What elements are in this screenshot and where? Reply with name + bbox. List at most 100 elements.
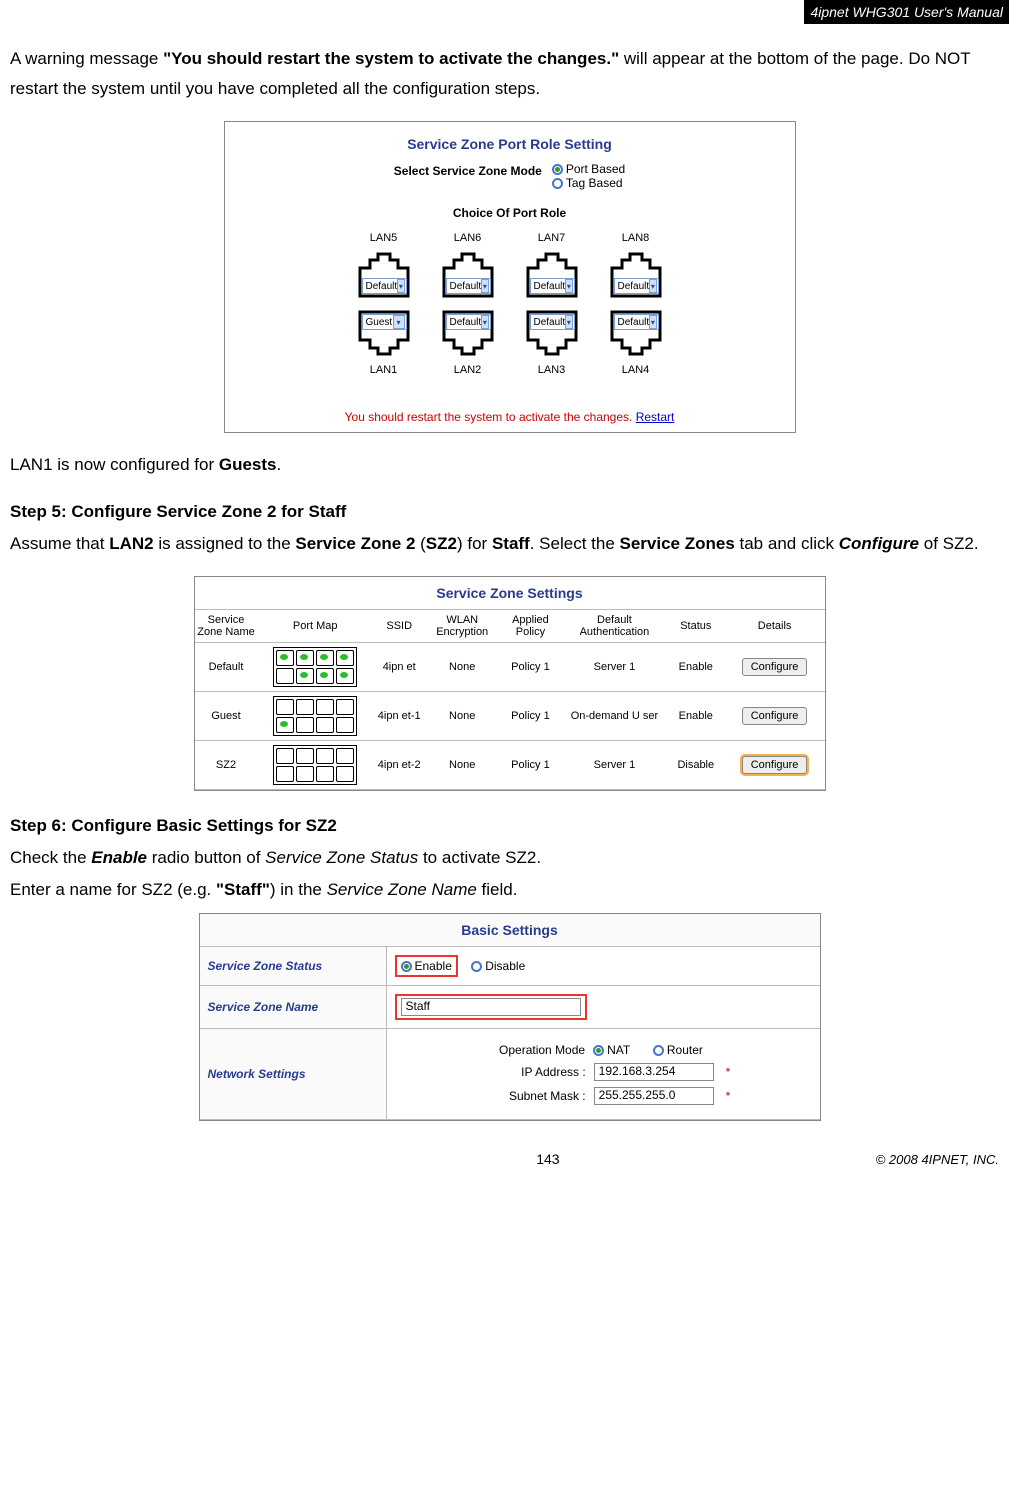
t: Enter a name for SZ2 (e.g. — [10, 880, 216, 899]
zone-name-input[interactable]: Staff — [401, 998, 581, 1016]
radio-icon — [653, 1045, 664, 1056]
t: ( — [415, 534, 425, 553]
t: of SZ2. — [919, 534, 979, 553]
lan1-bold: Guests — [219, 455, 277, 474]
subnet-mask-input[interactable]: 255.255.255.0 — [594, 1087, 714, 1105]
table-header: Default Authentication — [562, 610, 667, 643]
port-role-select[interactable]: Default▾ — [446, 278, 491, 294]
table-row: Default4ipn etNonePolicy 1Server 1Enable… — [195, 643, 825, 692]
radio-router[interactable]: Router — [653, 1043, 703, 1057]
rj45-port-icon: Default▾ — [440, 306, 496, 358]
port-select-value: Default — [366, 281, 398, 292]
port-cell: Default▾ — [426, 304, 510, 360]
ssid-cell: 4ipn et — [373, 643, 425, 692]
status-cell: Enable — [667, 692, 725, 741]
radio-nat[interactable]: NAT — [593, 1043, 630, 1057]
table-header: SSID — [373, 610, 425, 643]
zone-name-highlight: Staff — [395, 994, 587, 1020]
chevron-down-icon: ▾ — [481, 279, 488, 293]
radio-port-based[interactable]: Port Based — [552, 162, 625, 176]
port-cell: Default▾ — [594, 248, 678, 304]
chevron-down-icon: ▾ — [649, 315, 656, 329]
rj45-port-icon: Default▾ — [524, 250, 580, 302]
table-header: Status — [667, 610, 725, 643]
fig2-title: Service Zone Settings — [195, 577, 825, 610]
table-header: Service Zone Name — [195, 610, 258, 643]
figure-port-role-setting: Service Zone Port Role Setting Select Se… — [224, 121, 796, 433]
port-cell: Default▾ — [426, 248, 510, 304]
radio-tag-based[interactable]: Tag Based — [552, 176, 625, 190]
status-cell: Disable — [667, 741, 725, 790]
operation-mode-label: Operation Mode — [475, 1043, 585, 1057]
t: Service Zone Name — [327, 880, 477, 899]
table-row: SZ24ipn et-2NonePolicy 1Server 1DisableC… — [195, 741, 825, 790]
zone-name-cell: SZ2 — [195, 741, 258, 790]
port-label: LAN4 — [594, 360, 678, 380]
service-zone-name-label: Service Zone Name — [200, 986, 387, 1029]
port-select-value: Default — [618, 281, 650, 292]
rj45-port-icon: Default▾ — [440, 250, 496, 302]
t: Service Zone Status — [265, 848, 418, 867]
manual-title: 4ipnet WHG301 User's Manual — [804, 0, 1009, 24]
ssid-cell: 4ipn et-2 — [373, 741, 425, 790]
port-map-icon — [273, 745, 357, 785]
port-role-select[interactable]: Default▾ — [614, 314, 659, 330]
status-cell: Enable — [667, 643, 725, 692]
configure-button[interactable]: Configure — [742, 658, 808, 676]
fig3-title: Basic Settings — [200, 914, 820, 947]
restart-link[interactable]: Restart — [636, 410, 675, 424]
ip-address-input[interactable]: 192.168.3.254 — [594, 1063, 714, 1081]
nat-label: NAT — [607, 1043, 630, 1057]
port-select-value: Default — [450, 317, 482, 328]
t: radio button of — [147, 848, 265, 867]
radio-icon — [593, 1045, 604, 1056]
policy-cell: Policy 1 — [499, 741, 562, 790]
t: Assume that — [10, 534, 109, 553]
port-role-select[interactable]: Guest▾ — [362, 314, 407, 330]
auth-cell: Server 1 — [562, 741, 667, 790]
lan1-prefix: LAN1 is now configured for — [10, 455, 219, 474]
port-label: LAN3 — [510, 360, 594, 380]
radio-enable[interactable]: Enable — [401, 959, 452, 973]
port-label: LAN7 — [510, 228, 594, 248]
router-label: Router — [667, 1043, 703, 1057]
zone-name-cell: Guest — [195, 692, 258, 741]
port-role-select[interactable]: Default▾ — [362, 278, 407, 294]
port-cell: Default▾ — [342, 248, 426, 304]
encryption-cell: None — [425, 643, 499, 692]
lan1-configured-text: LAN1 is now configured for Guests. — [10, 450, 1009, 480]
figure-basic-settings: Basic Settings Service Zone Status Enabl… — [199, 913, 821, 1121]
configure-button[interactable]: Configure — [742, 756, 808, 774]
chevron-down-icon: ▾ — [565, 315, 572, 329]
configure-button[interactable]: Configure — [742, 707, 808, 725]
radio-icon — [471, 961, 482, 972]
t: . Select the — [530, 534, 620, 553]
encryption-cell: None — [425, 692, 499, 741]
lan1-suffix: . — [276, 455, 281, 474]
radio-disable[interactable]: Disable — [471, 959, 525, 973]
port-role-select[interactable]: Default▾ — [530, 278, 575, 294]
port-role-select[interactable]: Default▾ — [530, 314, 575, 330]
rj45-port-icon: Default▾ — [524, 306, 580, 358]
port-select-value: Default — [534, 317, 566, 328]
chevron-down-icon: ▾ — [397, 279, 404, 293]
chevron-down-icon: ▾ — [649, 279, 656, 293]
t: Configure — [839, 534, 919, 553]
service-zone-table: Service Zone NamePort MapSSIDWLAN Encryp… — [195, 610, 825, 790]
service-zone-status-label: Service Zone Status — [200, 947, 387, 986]
port-role-select[interactable]: Default▾ — [614, 278, 659, 294]
network-settings-label: Network Settings — [200, 1029, 387, 1120]
table-header: Port Map — [257, 610, 372, 643]
ssid-cell: 4ipn et-1 — [373, 692, 425, 741]
port-label: LAN8 — [594, 228, 678, 248]
step6-heading: Step 6: Configure Basic Settings for SZ2 — [10, 811, 1009, 841]
t: is assigned to the — [154, 534, 296, 553]
port-role-select[interactable]: Default▾ — [446, 314, 491, 330]
chevron-down-icon: ▾ — [393, 315, 405, 329]
rj45-port-icon: Default▾ — [608, 250, 664, 302]
port-label: LAN5 — [342, 228, 426, 248]
chevron-down-icon: ▾ — [481, 315, 488, 329]
copyright: © 2008 4IPNET, INC. — [876, 1152, 999, 1167]
port-cell: Default▾ — [594, 304, 678, 360]
radio-icon — [401, 961, 412, 972]
